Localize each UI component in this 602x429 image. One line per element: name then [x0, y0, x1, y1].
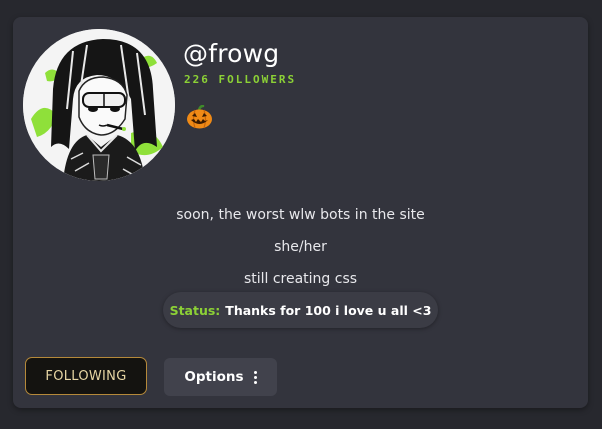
- status-pill: Status: Thanks for 100 i love u all <3: [163, 292, 438, 328]
- bio-line-2: she/her: [274, 239, 327, 255]
- vertical-dots-icon: [253, 370, 257, 384]
- options-button[interactable]: Options: [164, 358, 277, 396]
- jack-o-lantern-icon: [186, 104, 213, 129]
- avatar-image: [23, 29, 175, 181]
- profile-card: @frowg 226 FOLLOWERS soon, the worst wlw…: [13, 17, 588, 408]
- status-text: Thanks for 100 i love u all <3: [225, 302, 432, 318]
- status-label: Status:: [169, 302, 221, 318]
- follower-count[interactable]: 226 FOLLOWERS: [184, 73, 296, 86]
- username: @frowg: [183, 39, 280, 68]
- options-label: Options: [184, 369, 244, 385]
- avatar[interactable]: [23, 29, 175, 181]
- following-button[interactable]: FOLLOWING: [25, 357, 147, 395]
- bio-line-1: soon, the worst wlw bots in the site: [176, 207, 425, 223]
- bio-line-3: still creating css: [243, 271, 358, 287]
